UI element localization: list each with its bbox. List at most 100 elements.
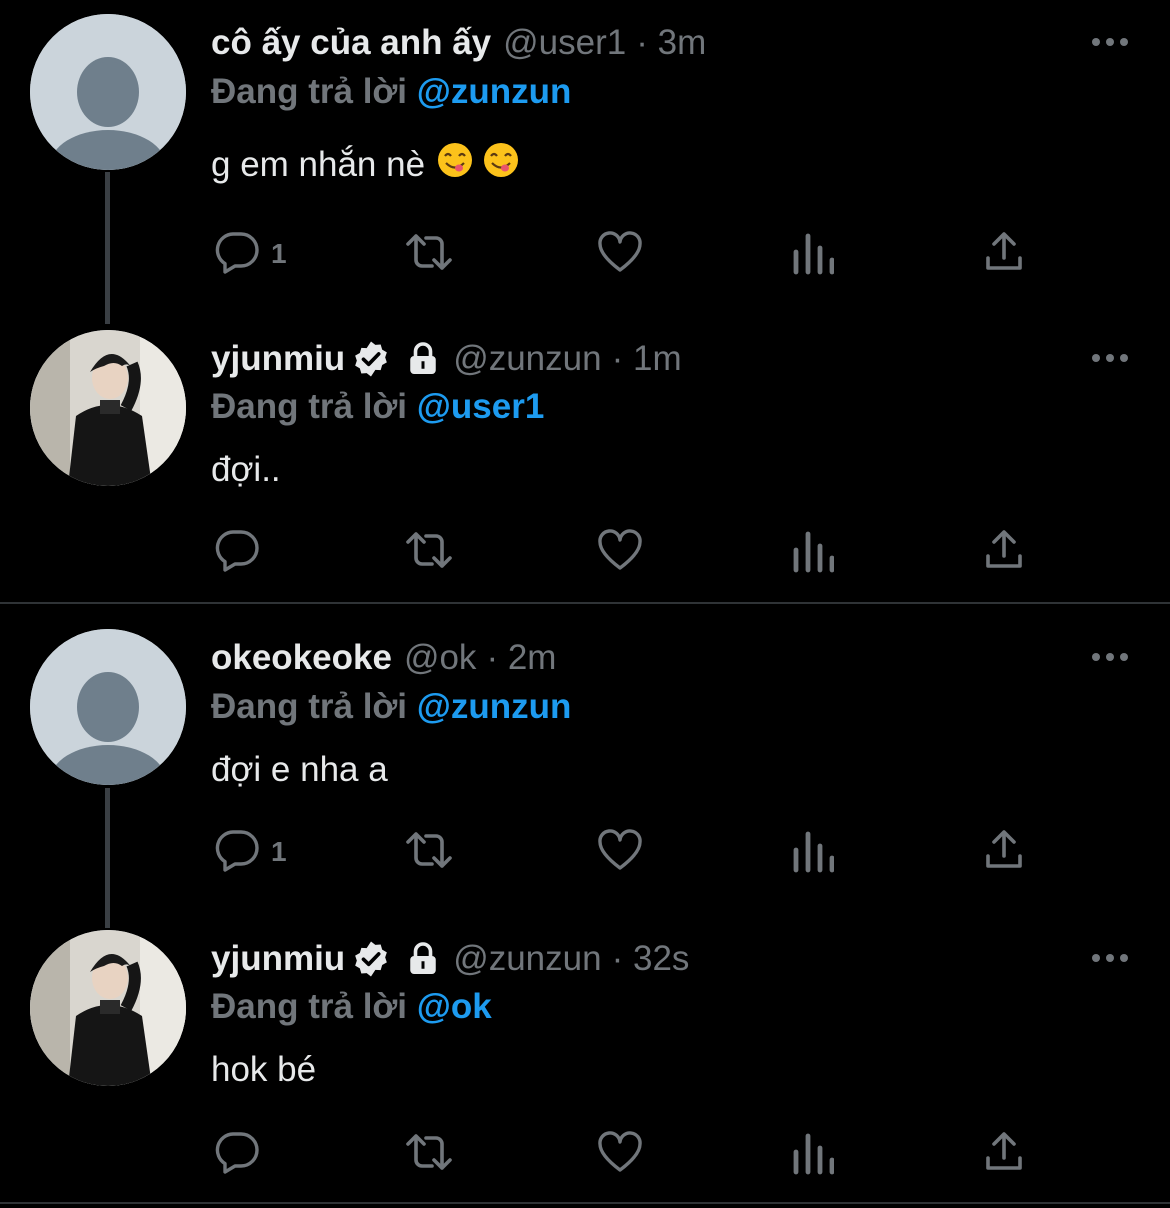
tweet-header: yjunmiu @zunzun · 32s: [211, 934, 689, 984]
retweet-button[interactable]: [400, 224, 458, 284]
tweet-text-content: đợi..: [211, 450, 281, 489]
share-icon: [980, 826, 1028, 879]
reply-count: 1: [271, 238, 287, 269]
views-icon: [792, 826, 835, 879]
mention-link[interactable]: @zunzun: [417, 687, 572, 726]
share-button[interactable]: [980, 1124, 1028, 1184]
handle[interactable]: @zunzun: [453, 939, 601, 979]
retweet-button[interactable]: [400, 522, 458, 582]
replying-to: Đang trả lời @zunzun: [211, 72, 571, 112]
views-button[interactable]: [792, 224, 835, 284]
like-button[interactable]: [596, 1124, 644, 1184]
tweet[interactable]: okeokeoke @ok · 2m Đang trả lời @zunzun …: [0, 604, 1170, 928]
reply-icon: [213, 826, 261, 879]
tweet-header: yjunmiu @zunzun · 1m: [211, 334, 682, 384]
views-icon: [792, 1128, 835, 1181]
yum-face-emoji: [437, 142, 473, 187]
tweet-text: g em nhắn nè: [211, 142, 519, 187]
replying-to: Đang trả lời @user1: [211, 387, 544, 427]
lock-icon: [405, 941, 441, 977]
tweet[interactable]: yjunmiu @zunzun · 1m Đang trả lời @user1…: [0, 320, 1170, 602]
reply-button[interactable]: [213, 522, 261, 582]
timestamp[interactable]: · 1m: [612, 339, 682, 379]
thread-divider: [0, 1202, 1170, 1204]
replying-prefix: Đang trả lời: [211, 687, 408, 726]
action-bar: [0, 1124, 1170, 1184]
tweet-text-content: g em nhắn nè: [211, 144, 426, 184]
handle[interactable]: @user1: [503, 23, 626, 63]
avatar[interactable]: [30, 629, 186, 785]
replying-prefix: Đang trả lời: [211, 72, 408, 111]
replying-prefix: Đang trả lời: [211, 987, 408, 1026]
like-icon: [596, 526, 644, 579]
share-icon: [980, 1128, 1028, 1181]
share-icon: [980, 526, 1028, 579]
tweet-text-content: hok bé: [211, 1050, 317, 1089]
tweet-text: hok bé: [211, 1050, 316, 1090]
retweet-icon: [400, 826, 458, 879]
handle[interactable]: @zunzun: [453, 339, 601, 379]
tweet[interactable]: cô ấy của anh ấy @user1 · 3m Đang trả lờ…: [0, 0, 1170, 324]
tweet-text: đợi..: [211, 450, 281, 490]
retweet-button[interactable]: [400, 1124, 458, 1184]
mention-link[interactable]: @ok: [417, 987, 492, 1026]
tweet-text: đợi e nha a: [211, 750, 388, 790]
like-icon: [596, 826, 644, 879]
yum-face-emoji: [483, 142, 519, 187]
tweet-header: okeokeoke @ok · 2m: [211, 633, 556, 683]
action-bar: 1: [0, 822, 1170, 882]
like-icon: [596, 1128, 644, 1181]
reply-icon: [213, 526, 261, 579]
like-icon: [596, 228, 644, 281]
more-icon[interactable]: [1090, 938, 1130, 978]
handle[interactable]: @ok: [404, 638, 477, 678]
mention-link[interactable]: @zunzun: [417, 72, 572, 111]
reply-button[interactable]: [213, 1124, 261, 1184]
timestamp[interactable]: · 2m: [486, 638, 556, 678]
avatar[interactable]: [30, 14, 186, 170]
retweet-icon: [400, 228, 458, 281]
verified-badge-icon: [351, 939, 391, 979]
share-button[interactable]: [980, 822, 1028, 882]
views-icon: [792, 526, 835, 579]
avatar[interactable]: [30, 330, 186, 486]
replying-to: Đang trả lời @ok: [211, 987, 492, 1027]
like-button[interactable]: [596, 522, 644, 582]
retweet-icon: [400, 1128, 458, 1181]
more-icon[interactable]: [1090, 22, 1130, 62]
reply-icon: [213, 1128, 261, 1181]
tweet-text-content: đợi e nha a: [211, 750, 388, 789]
share-icon: [980, 228, 1028, 281]
share-button[interactable]: [980, 522, 1028, 582]
views-icon: [792, 228, 835, 281]
like-button[interactable]: [596, 224, 644, 284]
tweet-header: cô ấy của anh ấy @user1 · 3m: [211, 18, 706, 68]
display-name[interactable]: yjunmiu: [211, 939, 345, 979]
reply-button[interactable]: 1: [213, 224, 287, 284]
retweet-button[interactable]: [400, 822, 458, 882]
avatar[interactable]: [30, 930, 186, 1086]
display-name[interactable]: okeokeoke: [211, 638, 392, 678]
views-button[interactable]: [792, 822, 835, 882]
replying-prefix: Đang trả lời: [211, 387, 408, 426]
tweet[interactable]: yjunmiu @zunzun · 32s Đang trả lời @ok h…: [0, 924, 1170, 1202]
share-button[interactable]: [980, 224, 1028, 284]
timestamp[interactable]: · 3m: [636, 23, 706, 63]
more-icon[interactable]: [1090, 637, 1130, 677]
action-bar: 1: [0, 224, 1170, 284]
reply-button[interactable]: 1: [213, 822, 287, 882]
lock-icon: [405, 341, 441, 377]
reply-icon: [213, 228, 261, 281]
action-bar: [0, 522, 1170, 582]
replying-to: Đang trả lời @zunzun: [211, 687, 571, 727]
views-button[interactable]: [792, 522, 835, 582]
display-name[interactable]: yjunmiu: [211, 339, 345, 379]
display-name[interactable]: cô ấy của anh ấy: [211, 23, 491, 63]
mention-link[interactable]: @user1: [417, 387, 545, 426]
reply-count: 1: [271, 836, 287, 867]
retweet-icon: [400, 526, 458, 579]
like-button[interactable]: [596, 822, 644, 882]
timestamp[interactable]: · 32s: [612, 939, 690, 979]
views-button[interactable]: [792, 1124, 835, 1184]
more-icon[interactable]: [1090, 338, 1130, 378]
